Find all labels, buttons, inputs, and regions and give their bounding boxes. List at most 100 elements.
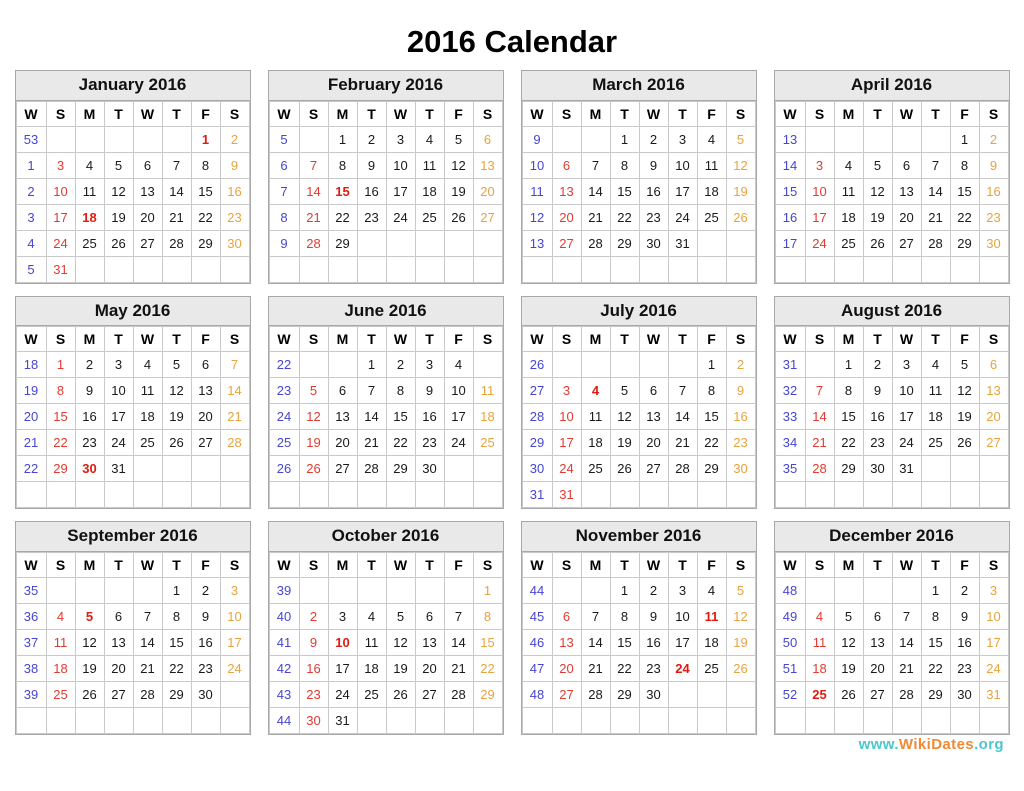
- day-cell[interactable]: 11: [74, 177, 105, 205]
- day-cell[interactable]: 18: [132, 403, 163, 431]
- day-cell[interactable]: 11: [356, 628, 387, 656]
- day-cell[interactable]: 20: [132, 203, 163, 231]
- day-cell[interactable]: 14: [920, 177, 951, 205]
- day-cell[interactable]: 12: [443, 151, 474, 179]
- day-cell[interactable]: 24: [45, 229, 76, 257]
- day-cell[interactable]: 9: [638, 151, 669, 179]
- day-cell[interactable]: 2: [638, 125, 669, 153]
- day-cell[interactable]: 30: [414, 455, 445, 483]
- day-cell[interactable]: 31: [891, 455, 922, 483]
- day-cell[interactable]: 20: [862, 654, 893, 682]
- day-cell[interactable]: 21: [443, 654, 474, 682]
- day-cell[interactable]: 6: [132, 151, 163, 179]
- day-cell[interactable]: 13: [638, 403, 669, 431]
- day-cell[interactable]: 23: [638, 654, 669, 682]
- day-cell[interactable]: 20: [472, 177, 503, 205]
- day-cell[interactable]: 8: [385, 377, 416, 405]
- day-cell[interactable]: 14: [356, 403, 387, 431]
- day-cell[interactable]: 23: [725, 429, 756, 457]
- day-cell[interactable]: 8: [190, 151, 221, 179]
- day-cell[interactable]: 9: [725, 377, 756, 405]
- day-cell[interactable]: 25: [45, 680, 76, 708]
- day-cell[interactable]: 14: [443, 628, 474, 656]
- day-cell[interactable]: 10: [103, 377, 134, 405]
- day-cell[interactable]: 23: [219, 203, 250, 231]
- day-cell[interactable]: 14: [580, 177, 611, 205]
- day-cell[interactable]: 15: [609, 177, 640, 205]
- day-cell[interactable]: 22: [920, 654, 951, 682]
- day-cell[interactable]: 10: [45, 177, 76, 205]
- day-cell[interactable]: 2: [949, 576, 980, 604]
- day-cell[interactable]: 22: [696, 429, 727, 457]
- day-cell[interactable]: 10: [978, 602, 1009, 630]
- day-cell[interactable]: 3: [891, 351, 922, 379]
- day-cell[interactable]: 18: [45, 654, 76, 682]
- day-cell[interactable]: 1: [920, 576, 951, 604]
- day-cell[interactable]: 20: [103, 654, 134, 682]
- day-cell[interactable]: 27: [891, 229, 922, 257]
- day-cell[interactable]: 18: [696, 177, 727, 205]
- day-cell[interactable]: 28: [356, 455, 387, 483]
- day-cell[interactable]: 1: [161, 576, 192, 604]
- day-cell[interactable]: 1: [949, 125, 980, 153]
- day-cell[interactable]: 20: [551, 203, 582, 231]
- day-cell[interactable]: 9: [638, 602, 669, 630]
- day-cell[interactable]: 30: [949, 680, 980, 708]
- day-cell[interactable]: 19: [385, 654, 416, 682]
- day-cell[interactable]: 22: [190, 203, 221, 231]
- day-cell[interactable]: 15: [161, 628, 192, 656]
- day-cell[interactable]: 3: [219, 576, 250, 604]
- day-cell[interactable]: 24: [804, 229, 835, 257]
- day-cell[interactable]: 10: [667, 602, 698, 630]
- day-cell[interactable]: 14: [804, 403, 835, 431]
- day-cell[interactable]: 28: [132, 680, 163, 708]
- day-cell[interactable]: 11: [132, 377, 163, 405]
- day-cell[interactable]: 22: [327, 203, 358, 231]
- day-cell[interactable]: 11: [920, 377, 951, 405]
- day-cell[interactable]: 7: [920, 151, 951, 179]
- day-cell[interactable]: 12: [161, 377, 192, 405]
- day-cell[interactable]: 6: [551, 602, 582, 630]
- day-cell[interactable]: 7: [804, 377, 835, 405]
- day-cell[interactable]: 27: [190, 429, 221, 457]
- day-cell[interactable]: 25: [920, 429, 951, 457]
- day-cell[interactable]: 21: [920, 203, 951, 231]
- day-cell[interactable]: 10: [667, 151, 698, 179]
- day-cell-holiday[interactable]: 11: [696, 602, 727, 630]
- day-cell[interactable]: 24: [891, 429, 922, 457]
- day-cell[interactable]: 26: [443, 203, 474, 231]
- day-cell[interactable]: 26: [609, 455, 640, 483]
- day-cell[interactable]: 1: [327, 125, 358, 153]
- day-cell[interactable]: 22: [472, 654, 503, 682]
- day-cell[interactable]: 21: [132, 654, 163, 682]
- day-cell[interactable]: 5: [725, 576, 756, 604]
- day-cell[interactable]: 8: [472, 602, 503, 630]
- day-cell[interactable]: 20: [190, 403, 221, 431]
- day-cell[interactable]: 25: [356, 680, 387, 708]
- day-cell[interactable]: 24: [978, 654, 1009, 682]
- day-cell[interactable]: 29: [833, 455, 864, 483]
- day-cell[interactable]: 27: [327, 455, 358, 483]
- day-cell[interactable]: 19: [443, 177, 474, 205]
- day-cell[interactable]: 17: [219, 628, 250, 656]
- day-cell[interactable]: 29: [385, 455, 416, 483]
- day-cell[interactable]: 29: [609, 680, 640, 708]
- day-cell[interactable]: 15: [472, 628, 503, 656]
- day-cell[interactable]: 26: [862, 229, 893, 257]
- day-cell[interactable]: 5: [161, 351, 192, 379]
- day-cell[interactable]: 22: [609, 203, 640, 231]
- day-cell[interactable]: 30: [638, 680, 669, 708]
- day-cell-holiday[interactable]: 18: [74, 203, 105, 231]
- day-cell[interactable]: 11: [696, 151, 727, 179]
- day-cell[interactable]: 8: [609, 602, 640, 630]
- day-cell[interactable]: 18: [580, 429, 611, 457]
- day-cell[interactable]: 31: [103, 455, 134, 483]
- day-cell[interactable]: 6: [862, 602, 893, 630]
- day-cell[interactable]: 20: [638, 429, 669, 457]
- day-cell[interactable]: 26: [161, 429, 192, 457]
- day-cell[interactable]: 2: [74, 351, 105, 379]
- day-cell[interactable]: 27: [472, 203, 503, 231]
- day-cell[interactable]: 8: [45, 377, 76, 405]
- day-cell[interactable]: 12: [862, 177, 893, 205]
- day-cell[interactable]: 30: [219, 229, 250, 257]
